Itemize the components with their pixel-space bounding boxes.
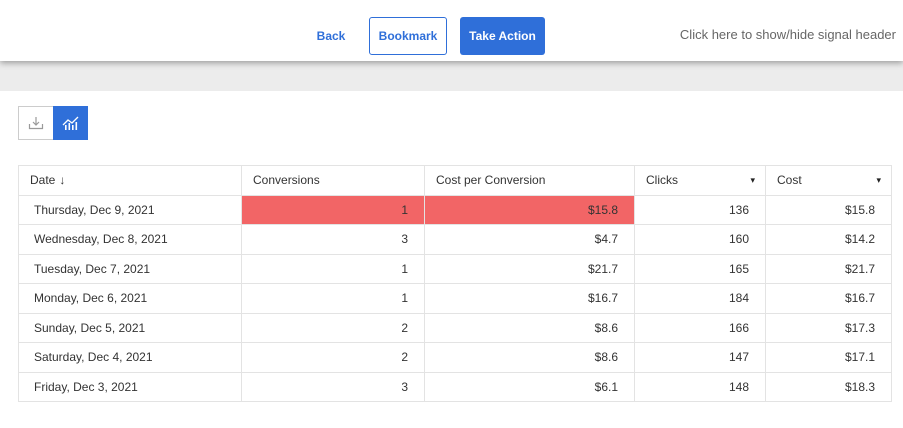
cell-date: Monday, Dec 6, 2021 xyxy=(18,283,242,314)
cell-date: Wednesday, Dec 8, 2021 xyxy=(18,224,242,255)
download-icon[interactable] xyxy=(18,106,53,140)
cell-clicks: 166 xyxy=(634,312,766,343)
cell-cost-per-conversion: $21.7 xyxy=(424,253,635,284)
cell-date: Thursday, Dec 9, 2021 xyxy=(18,194,242,225)
table-row: Sunday, Dec 5, 2021 2 $8.6 166 $17.3 xyxy=(18,312,892,343)
cell-conversions: 1 xyxy=(241,253,425,284)
take-action-button[interactable]: Take Action xyxy=(460,17,545,55)
cell-cost: $16.7 xyxy=(765,283,892,314)
table-row: Friday, Dec 3, 2021 3 $6.1 148 $18.3 xyxy=(18,371,892,402)
table-row: Wednesday, Dec 8, 2021 3 $4.7 160 $14.2 xyxy=(18,224,892,255)
column-header-date[interactable]: Date ↓ xyxy=(18,165,242,196)
table-row: Monday, Dec 6, 2021 1 $16.7 184 $16.7 xyxy=(18,283,892,314)
column-header-label: Clicks xyxy=(646,173,678,188)
table-header-row: Date ↓ Conversions Cost per Conversion Cl… xyxy=(18,165,892,196)
cell-conversions: 3 xyxy=(241,224,425,255)
column-header-cost-per-conversion[interactable]: Cost per Conversion xyxy=(424,165,635,196)
column-header-label: Cost per Conversion xyxy=(436,173,546,188)
table-row: Tuesday, Dec 7, 2021 1 $21.7 165 $21.7 xyxy=(18,253,892,284)
chart-icon[interactable] xyxy=(53,106,88,140)
sort-down-arrow-icon: ↓ xyxy=(59,173,66,188)
toggle-signal-header-link[interactable]: Click here to show/hide signal header xyxy=(680,27,896,42)
cell-clicks: 184 xyxy=(634,283,766,314)
cell-conversions: 1 xyxy=(241,194,425,225)
cell-clicks: 148 xyxy=(634,371,766,402)
cell-conversions: 2 xyxy=(241,312,425,343)
cell-date: Sunday, Dec 5, 2021 xyxy=(18,312,242,343)
column-header-label: Cost xyxy=(777,173,802,188)
dropdown-caret-icon[interactable]: ▾ xyxy=(750,175,755,186)
cell-cost-per-conversion: $15.8 xyxy=(424,194,635,225)
cell-cost-per-conversion: $6.1 xyxy=(424,371,635,402)
cell-date: Tuesday, Dec 7, 2021 xyxy=(18,253,242,284)
column-header-cost[interactable]: Cost ▾ xyxy=(765,165,892,196)
cell-cost-per-conversion: $8.6 xyxy=(424,312,635,343)
cell-conversions: 3 xyxy=(241,371,425,402)
cell-conversions: 2 xyxy=(241,342,425,373)
column-header-clicks[interactable]: Clicks ▾ xyxy=(634,165,766,196)
table-row: Thursday, Dec 9, 2021 1 $15.8 136 $15.8 xyxy=(18,194,892,225)
column-header-conversions[interactable]: Conversions xyxy=(241,165,425,196)
signal-data-table: Date ↓ Conversions Cost per Conversion Cl… xyxy=(18,165,892,402)
dropdown-caret-icon[interactable]: ▾ xyxy=(876,175,881,186)
view-toolbar xyxy=(18,106,88,140)
cell-cost: $15.8 xyxy=(765,194,892,225)
cell-cost-per-conversion: $8.6 xyxy=(424,342,635,373)
bookmark-button[interactable]: Bookmark xyxy=(369,17,447,55)
column-header-label: Date xyxy=(30,173,56,188)
cell-cost-per-conversion: $4.7 xyxy=(424,224,635,255)
cell-clicks: 160 xyxy=(634,224,766,255)
header-divider-band xyxy=(0,61,903,91)
cell-cost: $17.3 xyxy=(765,312,892,343)
cell-date: Saturday, Dec 4, 2021 xyxy=(18,342,242,373)
cell-cost: $17.1 xyxy=(765,342,892,373)
cell-clicks: 147 xyxy=(634,342,766,373)
cell-date: Friday, Dec 3, 2021 xyxy=(18,371,242,402)
back-button[interactable]: Back xyxy=(310,18,352,54)
signal-header: Back Bookmark Take Action Click here to … xyxy=(0,0,903,61)
cell-cost: $14.2 xyxy=(765,224,892,255)
cell-cost: $18.3 xyxy=(765,371,892,402)
column-header-label: Conversions xyxy=(253,173,320,188)
cell-conversions: 1 xyxy=(241,283,425,314)
table-row: Saturday, Dec 4, 2021 2 $8.6 147 $17.1 xyxy=(18,342,892,373)
cell-cost: $21.7 xyxy=(765,253,892,284)
cell-cost-per-conversion: $16.7 xyxy=(424,283,635,314)
cell-clicks: 136 xyxy=(634,194,766,225)
cell-clicks: 165 xyxy=(634,253,766,284)
